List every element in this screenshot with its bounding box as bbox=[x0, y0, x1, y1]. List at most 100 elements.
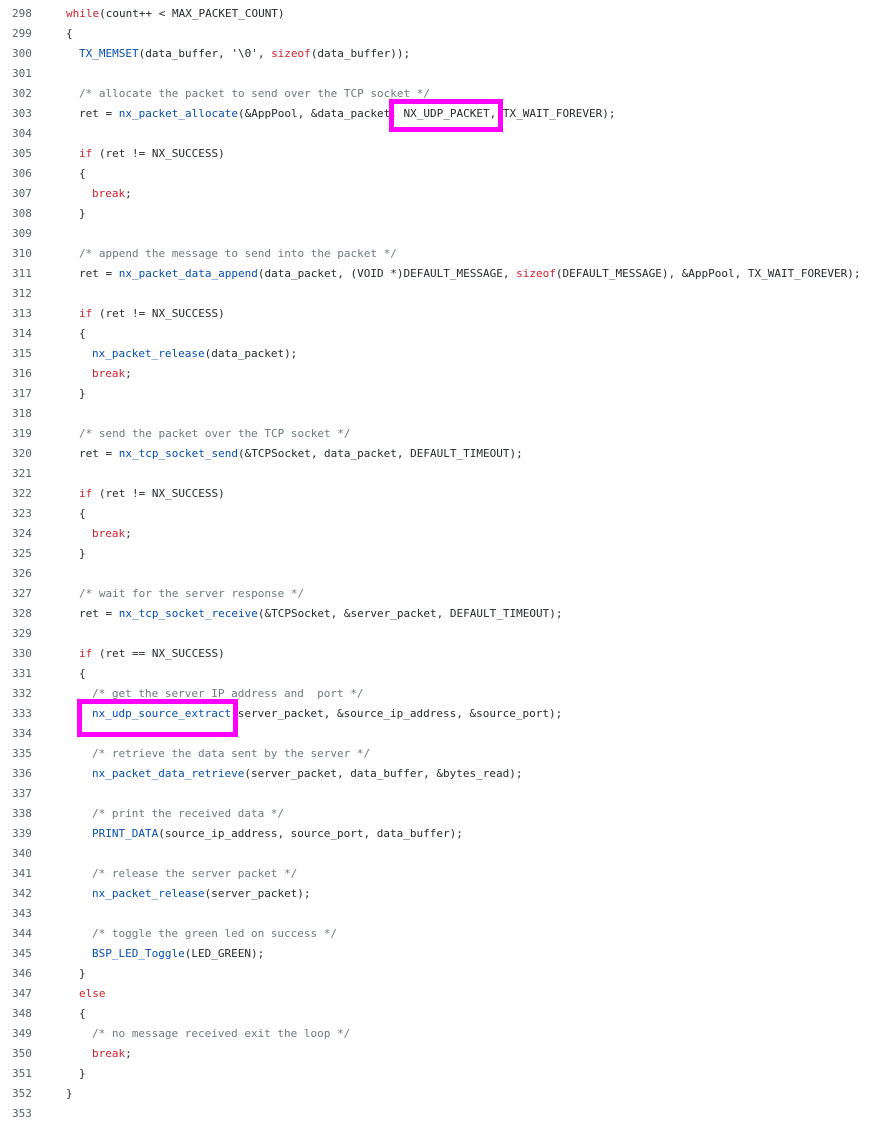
line-number[interactable]: 331 bbox=[12, 664, 34, 684]
line-number[interactable]: 312 bbox=[12, 284, 34, 304]
line-code: break; bbox=[92, 364, 132, 384]
line-number[interactable]: 334 bbox=[12, 724, 34, 744]
line-number[interactable]: 349 bbox=[12, 1024, 34, 1044]
line-number[interactable]: 351 bbox=[12, 1064, 34, 1084]
line-code: /* toggle the green led on success */ bbox=[92, 924, 337, 944]
line-number[interactable]: 304 bbox=[12, 124, 34, 144]
line-number[interactable]: 328 bbox=[12, 604, 34, 624]
code-line: 346} bbox=[0, 964, 869, 984]
line-number[interactable]: 340 bbox=[12, 844, 34, 864]
line-number[interactable]: 345 bbox=[12, 944, 34, 964]
code-line: 344 /* toggle the green led on success */ bbox=[0, 924, 869, 944]
line-number[interactable]: 333 bbox=[12, 704, 34, 724]
line-number[interactable]: 315 bbox=[12, 344, 34, 364]
line-code: /* release the server packet */ bbox=[92, 864, 297, 884]
line-number[interactable]: 316 bbox=[12, 364, 34, 384]
line-number[interactable]: 305 bbox=[12, 144, 34, 164]
code-text: } bbox=[79, 1067, 86, 1080]
code-line: 327 /* wait for the server response */ bbox=[0, 584, 869, 604]
code-line: 302 /* allocate the packet to send over t… bbox=[0, 84, 869, 104]
line-number[interactable]: 344 bbox=[12, 924, 34, 944]
line-number[interactable]: 342 bbox=[12, 884, 34, 904]
line-number[interactable]: 309 bbox=[12, 224, 34, 244]
code-text: { bbox=[66, 27, 73, 40]
line-number[interactable]: 308 bbox=[12, 204, 34, 224]
line-number[interactable]: 303 bbox=[12, 104, 34, 124]
code-line: 350 break; bbox=[0, 1044, 869, 1064]
line-number[interactable]: 323 bbox=[12, 504, 34, 524]
line-number[interactable]: 330 bbox=[12, 644, 34, 664]
line-code: ret = nx_tcp_socket_receive(&TCPSocket, … bbox=[79, 604, 562, 624]
line-code: nx_packet_release(data_packet); bbox=[92, 344, 297, 364]
code-text: (data_packet); bbox=[204, 347, 298, 360]
code-line: 347 else bbox=[0, 984, 869, 1004]
code-text: (server_packet); bbox=[204, 887, 311, 900]
code-line: 320 ret = nx_tcp_socket_send(&TCPSocket, … bbox=[0, 444, 869, 464]
line-number[interactable]: 335 bbox=[12, 744, 34, 764]
code-line: 334 bbox=[0, 724, 869, 744]
line-number[interactable]: 336 bbox=[12, 764, 34, 784]
line-number[interactable]: 348 bbox=[12, 1004, 34, 1024]
code-text: } bbox=[79, 967, 86, 980]
line-number[interactable]: 343 bbox=[12, 904, 34, 924]
code-line: 312 bbox=[0, 284, 869, 304]
line-number[interactable]: 306 bbox=[12, 164, 34, 184]
line-number[interactable]: 302 bbox=[12, 84, 34, 104]
line-number[interactable]: 350 bbox=[12, 1044, 34, 1064]
code-comment: /* toggle the green led on success */ bbox=[92, 927, 338, 940]
line-number[interactable]: 301 bbox=[12, 64, 34, 84]
line-number[interactable]: 319 bbox=[12, 424, 34, 444]
line-number[interactable]: 321 bbox=[12, 464, 34, 484]
line-number[interactable]: 320 bbox=[12, 444, 34, 464]
code-line: 317} bbox=[0, 384, 869, 404]
line-number[interactable]: 318 bbox=[12, 404, 34, 424]
line-number[interactable]: 332 bbox=[12, 684, 34, 704]
code-text: (data_packet, (VOID *)DEFAULT_MESSAGE, bbox=[257, 267, 517, 280]
code-comment: /* no message received exit the loop */ bbox=[92, 1027, 351, 1040]
line-number[interactable]: 327 bbox=[12, 584, 34, 604]
line-code: } bbox=[79, 1064, 86, 1084]
line-number[interactable]: 341 bbox=[12, 864, 34, 884]
code-comment: /* print the received data */ bbox=[92, 807, 285, 820]
line-number[interactable]: 298 bbox=[12, 4, 34, 24]
code-comment: /* get the server IP address and port */ bbox=[92, 687, 364, 700]
line-number[interactable]: 352 bbox=[12, 1084, 34, 1104]
line-number[interactable]: 299 bbox=[12, 24, 34, 44]
code-line: 323 { bbox=[0, 504, 869, 524]
line-code: { bbox=[79, 164, 86, 184]
code-text: (count++ < MAX_PACKET_COUNT) bbox=[99, 7, 285, 20]
line-number[interactable]: 338 bbox=[12, 804, 34, 824]
code-text: (DEFAULT_MESSAGE), &AppPool, TX_WAIT_FOR… bbox=[555, 267, 861, 280]
code-line: 321 bbox=[0, 464, 869, 484]
line-number[interactable]: 322 bbox=[12, 484, 34, 504]
line-number[interactable]: 310 bbox=[12, 244, 34, 264]
line-number[interactable]: 347 bbox=[12, 984, 34, 1004]
line-number[interactable]: 314 bbox=[12, 324, 34, 344]
code-text: (ret == NX_SUCCESS) bbox=[92, 647, 225, 660]
line-number[interactable]: 311 bbox=[12, 264, 34, 284]
line-number[interactable]: 307 bbox=[12, 184, 34, 204]
line-code: /* retrieve the data sent by the server … bbox=[92, 744, 370, 764]
line-number[interactable]: 326 bbox=[12, 564, 34, 584]
code-comment: /* retrieve the data sent by the server … bbox=[92, 747, 371, 760]
line-number[interactable]: 329 bbox=[12, 624, 34, 644]
line-number[interactable]: 337 bbox=[12, 784, 34, 804]
code-line: 304 bbox=[0, 124, 869, 144]
line-code: break; bbox=[92, 184, 132, 204]
line-number[interactable]: 339 bbox=[12, 824, 34, 844]
code-line: 352} bbox=[0, 1084, 869, 1104]
line-number[interactable]: 317 bbox=[12, 384, 34, 404]
line-number[interactable]: 324 bbox=[12, 524, 34, 544]
line-number[interactable]: 313 bbox=[12, 304, 34, 324]
line-number[interactable]: 346 bbox=[12, 964, 34, 984]
code-text: ret = bbox=[79, 447, 119, 460]
line-code: ret = nx_tcp_socket_send(&TCPSocket, dat… bbox=[79, 444, 523, 464]
code-line: 351} bbox=[0, 1064, 869, 1084]
line-number[interactable]: 300 bbox=[12, 44, 34, 64]
code-line: 311 ret = nx_packet_data_append(data_pack… bbox=[0, 264, 869, 284]
function-name: nx_packet_data_retrieve bbox=[92, 767, 245, 780]
code-line: 309 bbox=[0, 224, 869, 244]
line-number[interactable]: 325 bbox=[12, 544, 34, 564]
line-number[interactable]: 353 bbox=[12, 1104, 34, 1124]
code-line: 335 /* retrieve the data sent by the serv… bbox=[0, 744, 869, 764]
